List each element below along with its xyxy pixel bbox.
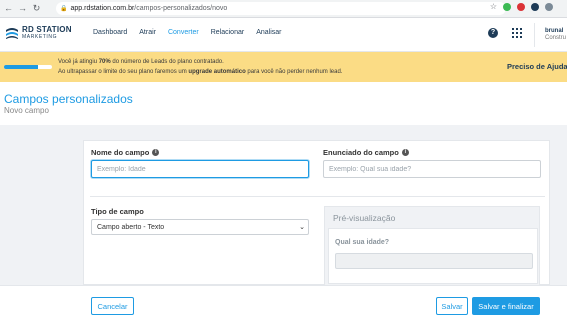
field-name-label-text: Nome do campo (91, 148, 150, 157)
field-type-label-text: Tipo de campo (91, 207, 144, 216)
field-type-value: Campo aberto - Texto (97, 223, 165, 231)
address-bar[interactable]: 🔒 app.rdstation.com.br/campos-personaliz… (56, 2, 506, 15)
app-header: RD STATION MARKETING Dashboard Atrair Co… (0, 18, 567, 52)
content-area: Nome do campo i Enunciado do campo i Tip… (0, 125, 567, 286)
url-domain: app.rdstation.com.br (70, 5, 135, 12)
nav-dashboard[interactable]: Dashboard (93, 28, 133, 38)
info-icon[interactable]: i (401, 149, 409, 156)
custom-field-form: Nome do campo i Enunciado do campo i Tip… (83, 140, 550, 286)
extension-navy-icon[interactable] (531, 3, 539, 11)
user-name: brunal (545, 27, 564, 34)
save-button[interactable]: Salvar (436, 297, 468, 315)
apps-grid-icon[interactable] (512, 28, 522, 38)
banner-line2-prefix: Ao ultrapassar o limite do seu plano far… (58, 69, 189, 75)
page-title: Campos personalizados (4, 92, 133, 106)
main-nav: Dashboard Atrair Converter Relacionar An… (93, 28, 287, 38)
preview-input (335, 253, 533, 269)
extension-gray-icon[interactable] (545, 3, 553, 11)
need-help-link[interactable]: Preciso de Ajuda (507, 62, 567, 71)
url-path: /campos-personalizados/novo (134, 5, 228, 12)
preview-panel: Pré-visualização Qual sua idade? (324, 206, 540, 286)
banner-line2-bold: upgrade automático (188, 69, 246, 75)
banner-message: Você já atingiu 70% do número de Leads d… (58, 57, 342, 77)
banner-line1-suffix: do número de Leads do plano contratado. (110, 59, 224, 65)
cancel-button[interactable]: Cancelar (91, 297, 134, 315)
back-icon[interactable]: ← (3, 3, 14, 14)
logo-main-text: RD STATION (22, 25, 72, 34)
browser-toolbar: ← → ↻ 🔒 app.rdstation.com.br/campos-pers… (0, 0, 567, 18)
page-header: Campos personalizados Novo campo (0, 82, 567, 125)
question-input[interactable] (323, 160, 541, 178)
field-type-label: Tipo de campo (91, 207, 144, 216)
lead-usage-progress-fill (4, 65, 38, 69)
lead-usage-progress (4, 65, 52, 69)
info-icon[interactable]: i (152, 149, 160, 156)
logo-sub-text: MARKETING (22, 34, 58, 40)
question-label-text: Enunciado do campo (323, 148, 399, 157)
question-label: Enunciado do campo i (323, 148, 409, 157)
field-type-select[interactable]: Campo aberto - Texto ⌄ (91, 219, 309, 235)
banner-line2-suffix: para você não perder nenhum lead. (245, 69, 343, 75)
extension-green-icon[interactable] (503, 3, 511, 11)
lock-icon: 🔒 (60, 6, 68, 12)
preview-title: Pré-visualização (333, 213, 396, 223)
nav-analisar[interactable]: Analisar (250, 28, 287, 38)
help-icon[interactable]: ? (488, 28, 498, 38)
field-name-label: Nome do campo i (91, 148, 160, 157)
save-and-finish-button[interactable]: Salvar e finalizar (472, 297, 540, 315)
plan-limit-banner: Você já atingiu 70% do número de Leads d… (0, 52, 567, 82)
bookmark-star-icon[interactable]: ☆ (490, 3, 497, 11)
nav-converter[interactable]: Converter (162, 28, 205, 38)
form-footer: Cancelar Salvar Salvar e finalizar (0, 285, 567, 324)
page-subtitle: Novo campo (4, 106, 49, 115)
rd-station-logo[interactable]: RD STATION MARKETING (5, 26, 72, 40)
browser-extensions: ☆ (490, 3, 553, 11)
nav-atrair[interactable]: Atrair (133, 28, 162, 38)
chevron-down-icon: ⌄ (299, 224, 305, 231)
section-divider (90, 196, 545, 197)
forward-icon[interactable]: → (17, 3, 28, 14)
reload-icon[interactable]: ↻ (31, 3, 42, 14)
banner-line1-bold: 70% (98, 59, 111, 65)
banner-line1-prefix: Você já atingiu (58, 59, 99, 65)
field-name-input[interactable] (91, 160, 309, 178)
extension-red-icon[interactable] (517, 3, 525, 11)
user-menu[interactable]: brunal Constru (534, 23, 566, 47)
user-company: Constru (545, 35, 567, 41)
nav-relacionar[interactable]: Relacionar (205, 28, 250, 38)
preview-question: Qual sua idade? (335, 239, 390, 246)
rd-logo-icon (6, 28, 18, 39)
preview-box: Qual sua idade? (328, 228, 538, 284)
